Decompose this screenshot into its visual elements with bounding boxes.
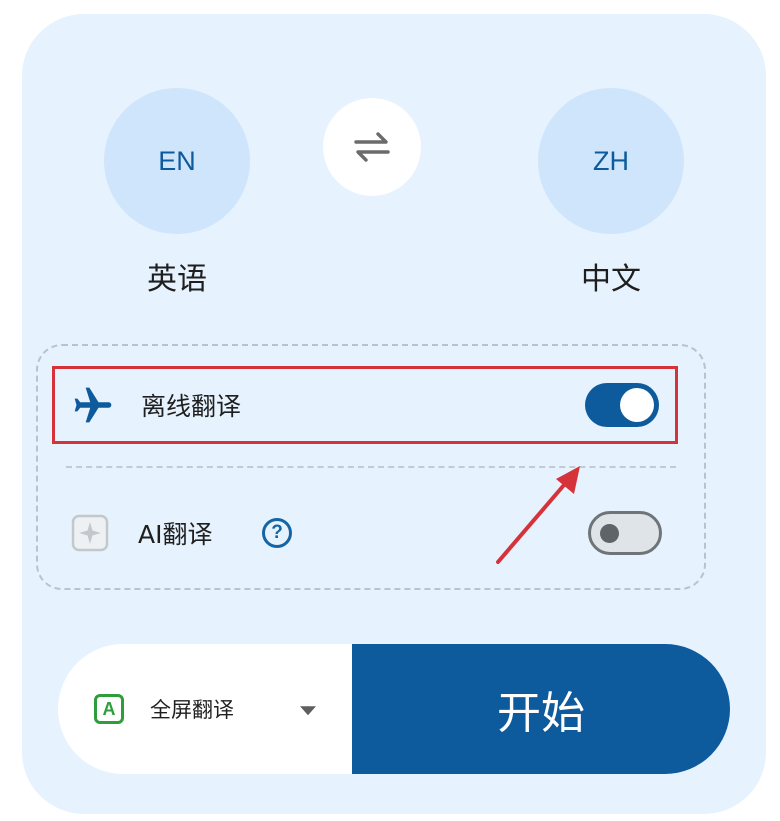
source-lang-button[interactable]: EN <box>104 88 250 234</box>
start-button[interactable]: 开始 <box>352 644 730 774</box>
target-lang-code: ZH <box>593 145 629 176</box>
mode-selector[interactable]: A 全屏翻译 <box>58 644 374 774</box>
ai-translate-toggle[interactable] <box>588 511 662 555</box>
help-icon[interactable]: ? <box>262 518 292 548</box>
offline-translate-toggle[interactable] <box>585 383 659 427</box>
toggle-knob <box>620 388 654 422</box>
toggle-knob <box>600 524 619 543</box>
mode-label: 全屏翻译 <box>150 698 234 722</box>
annotation-arrow-icon <box>496 466 580 564</box>
caret-down-icon <box>300 706 316 716</box>
ai-translate-label: AI翻译 <box>138 520 213 549</box>
airplane-icon <box>71 383 115 427</box>
fullscreen-mode-icon: A <box>94 694 124 724</box>
offline-translate-row[interactable]: 离线翻译 <box>52 366 678 444</box>
offline-translate-label: 离线翻译 <box>141 392 242 421</box>
sparkle-icon <box>68 511 112 555</box>
target-lang-button[interactable]: ZH <box>538 88 684 234</box>
swap-languages-button[interactable] <box>323 98 421 196</box>
source-lang-name: 英语 <box>147 262 207 297</box>
target-lang-name: 中文 <box>581 262 641 297</box>
source-lang-code: EN <box>158 145 196 176</box>
swap-arrows-icon <box>354 132 390 162</box>
start-button-label: 开始 <box>497 688 585 739</box>
